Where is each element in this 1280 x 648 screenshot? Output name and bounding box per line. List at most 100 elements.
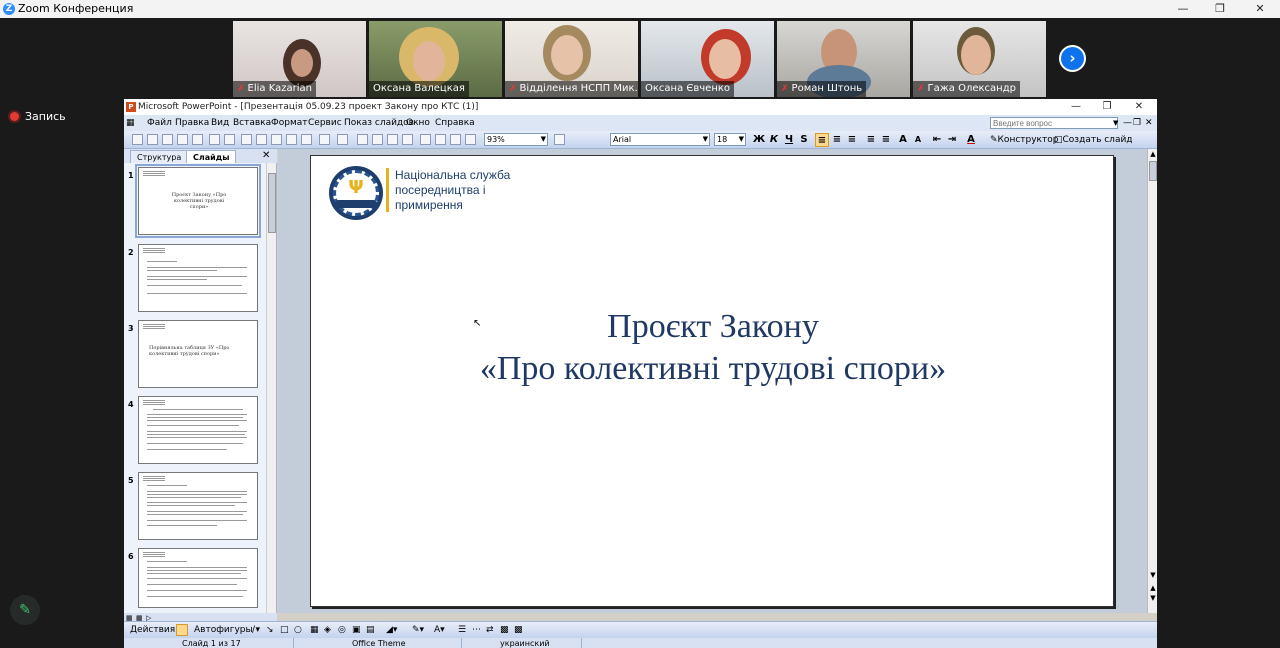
paste-icon[interactable] — [286, 134, 297, 145]
menu-file[interactable]: Файл — [147, 115, 172, 131]
print-preview-icon[interactable] — [209, 134, 220, 145]
slide-thumbnail[interactable]: Проєкт Закону «Про колективні трудові сп… — [135, 164, 261, 238]
picture-icon[interactable]: ▤ — [366, 622, 375, 639]
menu-view[interactable]: Вид — [211, 115, 229, 131]
permission-icon[interactable] — [177, 134, 188, 145]
autoshapes-menu[interactable]: Автофигуры ▾ — [194, 622, 260, 639]
participant-tile[interactable]: Оксана Валецкая — [369, 21, 502, 97]
expand-all-icon[interactable] — [420, 134, 431, 145]
align-center-button[interactable]: ≡ — [830, 133, 844, 147]
participant-tile[interactable]: ✗ Elia Kazarian — [233, 21, 366, 97]
slide-scrollbar[interactable]: ▲ ▼ ▲ ▼ — [1147, 149, 1157, 613]
ppt-close-icon[interactable]: ✕ — [1124, 99, 1154, 115]
save-icon[interactable] — [162, 134, 173, 145]
help-icon[interactable] — [554, 134, 565, 145]
slide-title[interactable]: Проєкт Закону «Про колективні трудові сп… — [311, 306, 1115, 390]
ask-question-input[interactable] — [990, 117, 1118, 129]
wordart-icon[interactable]: ◈ — [324, 622, 331, 639]
panel-scroll-thumb[interactable] — [268, 173, 276, 233]
new-slide-button[interactable]: □Создать слайд — [1054, 131, 1133, 149]
font-select[interactable]: Arial ▼ — [610, 133, 710, 146]
line-style-icon[interactable]: ☰ — [458, 622, 466, 639]
slide-scroll-thumb[interactable] — [1149, 161, 1157, 181]
menu-tools[interactable]: Сервис — [308, 115, 342, 131]
doc-minimize-icon[interactable]: — — [1123, 115, 1132, 131]
next-participants-button[interactable]: › — [1059, 45, 1086, 72]
participant-tile[interactable]: ✗ Гажа Олександр — [913, 21, 1046, 97]
menu-edit[interactable]: Правка — [175, 115, 209, 131]
next-slide-icon[interactable]: ▼ — [1149, 594, 1157, 602]
slide-thumbnail[interactable] — [138, 396, 258, 464]
font-color-draw-icon[interactable]: A▾ — [434, 622, 445, 639]
participant-tile[interactable]: ✗ Відділення НСПП Мик... — [505, 21, 638, 97]
menu-slideshow[interactable]: Показ слайдов — [344, 115, 414, 131]
tables-borders-icon[interactable] — [387, 134, 398, 145]
decrease-indent-button[interactable]: ⇤ — [930, 133, 944, 147]
slide-thumb-row[interactable]: 5 — [124, 472, 264, 544]
zoom-select[interactable]: 93% ▼ — [484, 133, 548, 146]
slide-thumb-row[interactable]: 1 Проєкт Закону «Про колективні трудові … — [124, 164, 264, 239]
align-right-button[interactable]: ≡ — [845, 133, 859, 147]
designer-button[interactable]: ✎Конструктор — [990, 131, 1058, 149]
grid-icon[interactable] — [450, 134, 461, 145]
panel-scrollbar[interactable] — [266, 163, 276, 613]
slide-thumb-row[interactable]: 2 — [124, 244, 264, 316]
tab-outline[interactable]: Структура — [130, 150, 189, 163]
color-grayscale-icon[interactable] — [465, 134, 476, 145]
shadow-style-icon[interactable]: ▩ — [500, 622, 509, 639]
prev-slide-icon[interactable]: ▲ — [1149, 584, 1157, 592]
align-left-button[interactable]: ≡ — [815, 133, 829, 147]
insert-chart-icon[interactable] — [357, 134, 368, 145]
menu-help[interactable]: Справка — [435, 115, 475, 131]
recording-indicator[interactable]: Запись — [10, 110, 66, 123]
slide-thumbnail[interactable] — [138, 244, 258, 312]
shadow-button[interactable]: S — [797, 133, 811, 147]
ppt-minimize-icon[interactable]: — — [1061, 99, 1091, 115]
print-icon[interactable] — [192, 134, 203, 145]
ask-dropdown-icon[interactable]: ▼ — [1113, 115, 1118, 131]
minimize-icon[interactable]: — — [1163, 0, 1203, 18]
insert-table-icon[interactable] — [372, 134, 383, 145]
arrow-style-icon[interactable]: ⇄ — [486, 622, 494, 639]
line-icon[interactable]: ∕ — [252, 622, 255, 639]
bold-button[interactable]: Ж — [752, 133, 766, 147]
open-icon[interactable] — [147, 134, 158, 145]
new-icon[interactable] — [132, 134, 143, 145]
actions-menu[interactable]: Действия ▾ — [130, 622, 183, 639]
panel-close-icon[interactable]: ✕ — [262, 149, 270, 163]
font-color-button[interactable]: A — [964, 133, 978, 147]
oval-icon[interactable]: ○ — [294, 622, 302, 639]
increase-indent-button[interactable]: ⇥ — [945, 133, 959, 147]
redo-icon[interactable] — [337, 134, 348, 145]
annotate-pen-button[interactable]: ✎ — [10, 595, 40, 625]
menu-insert[interactable]: Вставка — [233, 115, 271, 131]
fill-color-icon[interactable]: ◢▾ — [386, 622, 397, 639]
arrow-icon[interactable]: ↘ — [266, 622, 274, 639]
ppt-restore-icon[interactable]: ❐ — [1092, 99, 1122, 115]
tab-slides[interactable]: Слайды — [186, 150, 237, 163]
diagram-icon[interactable]: ◎ — [338, 622, 346, 639]
textbox-icon[interactable]: ▦ — [310, 622, 319, 639]
scroll-down-icon[interactable]: ▼ — [1149, 571, 1157, 579]
current-slide[interactable]: Ψ Національна служба посередництва і при… — [310, 155, 1114, 607]
font-size-select[interactable]: 18 ▼ — [714, 133, 746, 146]
3d-style-icon[interactable]: ▩ — [514, 622, 523, 639]
cut-icon[interactable] — [256, 134, 267, 145]
scroll-up-icon[interactable]: ▲ — [1149, 150, 1157, 158]
participant-tile[interactable]: Оксана Євченко — [641, 21, 774, 97]
slide-thumb-row[interactable]: 6 — [124, 548, 264, 620]
doc-restore-icon[interactable]: ❐ — [1133, 115, 1141, 131]
underline-button[interactable]: Ч — [782, 133, 796, 147]
menu-format[interactable]: Формат — [271, 115, 308, 131]
bullets-button[interactable]: ≡ — [879, 133, 893, 147]
italic-button[interactable]: К — [767, 133, 781, 147]
participant-tile[interactable]: ✗ Роман Штонь — [777, 21, 910, 97]
increase-font-button[interactable]: A — [896, 133, 910, 147]
spelling-icon[interactable] — [224, 134, 235, 145]
restore-icon[interactable]: ❐ — [1200, 0, 1240, 18]
slide-thumbnail[interactable] — [138, 472, 258, 540]
format-painter-icon[interactable] — [301, 134, 312, 145]
research-icon[interactable] — [241, 134, 252, 145]
line-color-icon[interactable]: ✎▾ — [412, 622, 424, 639]
insert-picture-icon[interactable] — [402, 134, 413, 145]
